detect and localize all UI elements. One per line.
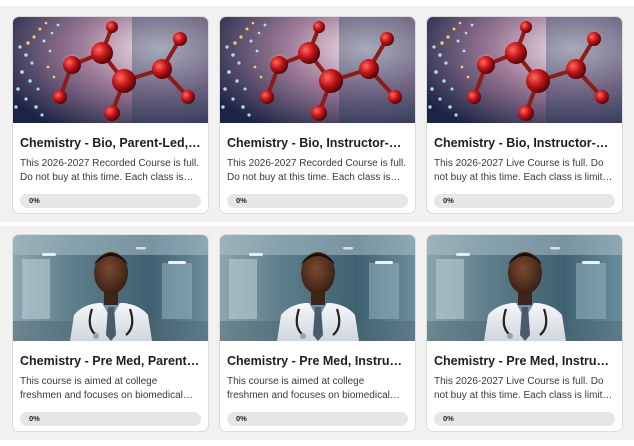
course-title[interactable]: Chemistry - Bio, Instructor-Led, Live Co… bbox=[434, 136, 615, 151]
progress-bar: 0% bbox=[227, 412, 408, 426]
molecule-image bbox=[427, 17, 622, 123]
progress-label: 0% bbox=[443, 414, 454, 423]
course-card[interactable]: Chemistry - Pre Med, Instructor-Led, Liv… bbox=[426, 234, 623, 432]
progress-label: 0% bbox=[29, 414, 40, 423]
progress-label: 0% bbox=[236, 196, 247, 205]
molecule-image bbox=[220, 17, 415, 123]
course-card[interactable]: Chemistry - Bio, Parent-Led, Recorded Co… bbox=[12, 16, 209, 214]
course-description: This 2026-2027 Recorded Course is full. … bbox=[20, 158, 199, 183]
course-description: This 2026-2027 Live Course is full. Do n… bbox=[434, 158, 614, 183]
course-title[interactable]: Chemistry - Bio, Instructor-Led, Recorde… bbox=[227, 136, 408, 151]
course-row-biology: Chemistry - Bio, Parent-Led, Recorded Co… bbox=[0, 6, 634, 222]
course-title[interactable]: Chemistry - Bio, Parent-Led, Recorded Co… bbox=[20, 136, 201, 151]
doctor-image bbox=[13, 235, 208, 341]
course-description: This 2026-2027 Recorded Course is full. … bbox=[227, 158, 406, 183]
doctor-image bbox=[220, 235, 415, 341]
progress-label: 0% bbox=[236, 414, 247, 423]
course-description: This course is aimed at college freshmen… bbox=[20, 376, 183, 401]
progress-label: 0% bbox=[29, 196, 40, 205]
course-title[interactable]: Chemistry - Pre Med, Instructor-Led, Liv… bbox=[434, 354, 615, 369]
course-description: This 2026-2027 Live Course is full. Do n… bbox=[434, 376, 614, 401]
progress-label: 0% bbox=[443, 196, 454, 205]
course-description: This course is aimed at college freshmen… bbox=[227, 376, 390, 401]
progress-bar: 0% bbox=[20, 194, 201, 208]
progress-bar: 0% bbox=[227, 194, 408, 208]
course-card[interactable]: Chemistry - Bio, Instructor-Led, Live Co… bbox=[426, 16, 623, 214]
course-card[interactable]: Chemistry - Bio, Instructor-Led, Recorde… bbox=[219, 16, 416, 214]
progress-bar: 0% bbox=[434, 412, 615, 426]
course-title[interactable]: Chemistry - Pre Med, Instructor-Led, Rec… bbox=[227, 354, 408, 369]
molecule-image bbox=[13, 17, 208, 123]
course-card[interactable]: Chemistry - Pre Med, Parent-Led, Recorde… bbox=[12, 234, 209, 432]
doctor-image bbox=[427, 235, 622, 341]
course-title[interactable]: Chemistry - Pre Med, Parent-Led, Recorde… bbox=[20, 354, 201, 369]
progress-bar: 0% bbox=[20, 412, 201, 426]
progress-bar: 0% bbox=[434, 194, 615, 208]
course-row-premed: Chemistry - Pre Med, Parent-Led, Recorde… bbox=[0, 226, 634, 440]
course-card[interactable]: Chemistry - Pre Med, Instructor-Led, Rec… bbox=[219, 234, 416, 432]
